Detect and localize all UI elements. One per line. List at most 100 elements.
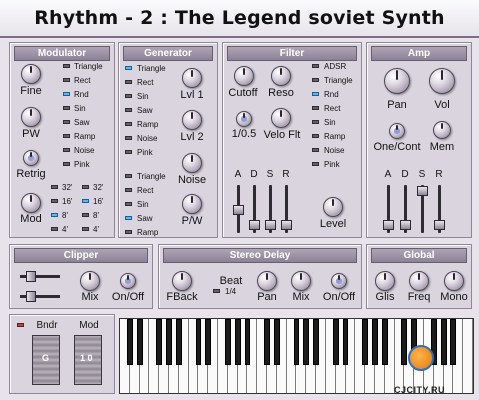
- mod-feet-led-r-4[interactable]: [82, 227, 89, 231]
- black-key[interactable]: [195, 319, 202, 365]
- flt-mode-led-adsr[interactable]: [312, 64, 319, 68]
- gen1-sin[interactable]: Sin: [137, 92, 149, 101]
- delay-onoff-knob[interactable]: [331, 273, 347, 289]
- mod-wave-led-noise[interactable]: [63, 148, 70, 152]
- flt-mode-led-triangle[interactable]: [312, 78, 319, 82]
- gen1-led-triangle[interactable]: [125, 66, 132, 70]
- gen1-led-saw[interactable]: [125, 108, 132, 112]
- mod-feet-l-16[interactable]: 16': [62, 197, 72, 206]
- delay-beat-value[interactable]: 1/4: [225, 287, 236, 296]
- mod-feet-led-l-8[interactable]: [51, 213, 58, 217]
- mod-wave-rect[interactable]: Rect: [74, 76, 90, 85]
- black-key[interactable]: [401, 319, 408, 365]
- delay-pan-knob[interactable]: [257, 271, 277, 291]
- flt-mode-rnd[interactable]: Rnd: [324, 90, 339, 99]
- black-key[interactable]: [440, 319, 447, 365]
- gen1-led-ramp[interactable]: [125, 122, 132, 126]
- mod-feet-led-r-8[interactable]: [82, 213, 89, 217]
- flt-attack-fader[interactable]: [233, 205, 244, 215]
- mod-feet-r-32[interactable]: 32': [93, 183, 103, 192]
- velo-flt-knob[interactable]: [271, 108, 291, 128]
- black-key[interactable]: [234, 319, 241, 365]
- flt-mode-sin[interactable]: Sin: [324, 118, 336, 127]
- mod-wave-led-saw[interactable]: [63, 120, 70, 124]
- black-key[interactable]: [156, 319, 163, 365]
- gen2-led-sin[interactable]: [125, 202, 132, 206]
- mod-feet-l-32[interactable]: 32': [62, 183, 72, 192]
- mod-wave-saw[interactable]: Saw: [74, 118, 90, 127]
- glis-knob[interactable]: [375, 271, 395, 291]
- gen2-triangle[interactable]: Triangle: [137, 172, 166, 181]
- gen2-ramp[interactable]: Ramp: [137, 228, 158, 237]
- fine-knob[interactable]: [21, 64, 41, 84]
- black-key[interactable]: [293, 319, 300, 365]
- gen2-saw[interactable]: Saw: [137, 214, 153, 223]
- black-key[interactable]: [126, 319, 133, 365]
- black-key[interactable]: [303, 319, 310, 365]
- black-key[interactable]: [244, 319, 251, 365]
- black-key[interactable]: [450, 319, 457, 365]
- amp-pan-knob[interactable]: [384, 68, 410, 94]
- flt-decay-fader[interactable]: [249, 220, 260, 230]
- mod-feet-r-8[interactable]: 8': [93, 211, 99, 220]
- gen1-triangle[interactable]: Triangle: [137, 64, 166, 73]
- flt-mode-led-sin[interactable]: [312, 120, 319, 124]
- black-key[interactable]: [166, 319, 172, 365]
- gen1-led-rect[interactable]: [125, 80, 132, 84]
- flt-mode-led-rnd[interactable]: [312, 92, 319, 96]
- flt-mode-triangle[interactable]: Triangle: [324, 76, 353, 85]
- flt-mode-adsr[interactable]: ADSR: [324, 62, 346, 71]
- mod-wave-rnd[interactable]: Rnd: [74, 90, 89, 99]
- flt-mode-noise[interactable]: Noise: [324, 146, 344, 155]
- mod-wave-noise[interactable]: Noise: [74, 146, 94, 155]
- gen1-saw[interactable]: Saw: [137, 106, 153, 115]
- gen2-led-ramp[interactable]: [125, 230, 132, 234]
- black-key[interactable]: [175, 319, 182, 365]
- gen2-led-rect[interactable]: [125, 188, 132, 192]
- flt-release-fader[interactable]: [281, 220, 292, 230]
- mod-wave-triangle[interactable]: Triangle: [74, 62, 103, 71]
- clipper-drive-fader-1[interactable]: [26, 271, 36, 282]
- flt-sustain-fader[interactable]: [265, 220, 276, 230]
- black-key[interactable]: [381, 319, 388, 365]
- black-key[interactable]: [332, 319, 339, 365]
- black-key[interactable]: [224, 319, 231, 365]
- gen1-rect[interactable]: Rect: [137, 78, 153, 87]
- flt-mode-rect[interactable]: Rect: [324, 104, 340, 113]
- black-key[interactable]: [273, 319, 280, 365]
- mod-wave-ramp[interactable]: Ramp: [74, 132, 95, 141]
- gen1-led-noise[interactable]: [125, 136, 132, 140]
- gen1-led-sin[interactable]: [125, 94, 132, 98]
- mod-wave-led-rect[interactable]: [63, 78, 70, 82]
- mem-knob[interactable]: [433, 121, 451, 139]
- amp-sustain-fader[interactable]: [417, 186, 428, 196]
- pw-knob[interactable]: [21, 107, 41, 127]
- mod-feet-led-l-4[interactable]: [51, 227, 58, 231]
- gen2-led-triangle[interactable]: [125, 174, 132, 178]
- black-key[interactable]: [342, 319, 349, 365]
- mod-feet-l-8[interactable]: 8': [62, 211, 68, 220]
- flt-mode-led-ramp[interactable]: [312, 134, 319, 138]
- gen2-sin[interactable]: Sin: [137, 200, 149, 209]
- retrig-knob[interactable]: [23, 150, 39, 166]
- amp-vol-knob[interactable]: [429, 68, 455, 94]
- mod-wave-pink[interactable]: Pink: [74, 160, 90, 169]
- lvl2-knob[interactable]: [182, 110, 202, 130]
- mod-wave-led-triangle[interactable]: [63, 64, 70, 68]
- black-key[interactable]: [205, 319, 212, 365]
- black-key[interactable]: [362, 319, 369, 365]
- mod-wave-led-rnd[interactable]: [63, 92, 70, 96]
- mod-feet-led-r-32[interactable]: [82, 185, 89, 189]
- gen1-ramp[interactable]: Ramp: [137, 120, 158, 129]
- mod-feet-led-l-16[interactable]: [51, 199, 58, 203]
- flt-mode-led-pink[interactable]: [312, 162, 319, 166]
- flt-mode-ramp[interactable]: Ramp: [324, 132, 345, 141]
- amp-attack-fader[interactable]: [383, 220, 394, 230]
- gen2-led-saw[interactable]: [125, 216, 132, 220]
- clipper-onoff-knob[interactable]: [120, 273, 136, 289]
- black-key[interactable]: [136, 319, 143, 365]
- mod-wave-led-ramp[interactable]: [63, 134, 70, 138]
- mod-feet-r-4[interactable]: 4': [93, 225, 99, 234]
- mod-knob[interactable]: [21, 193, 41, 213]
- flt-mode-pink[interactable]: Pink: [324, 160, 340, 169]
